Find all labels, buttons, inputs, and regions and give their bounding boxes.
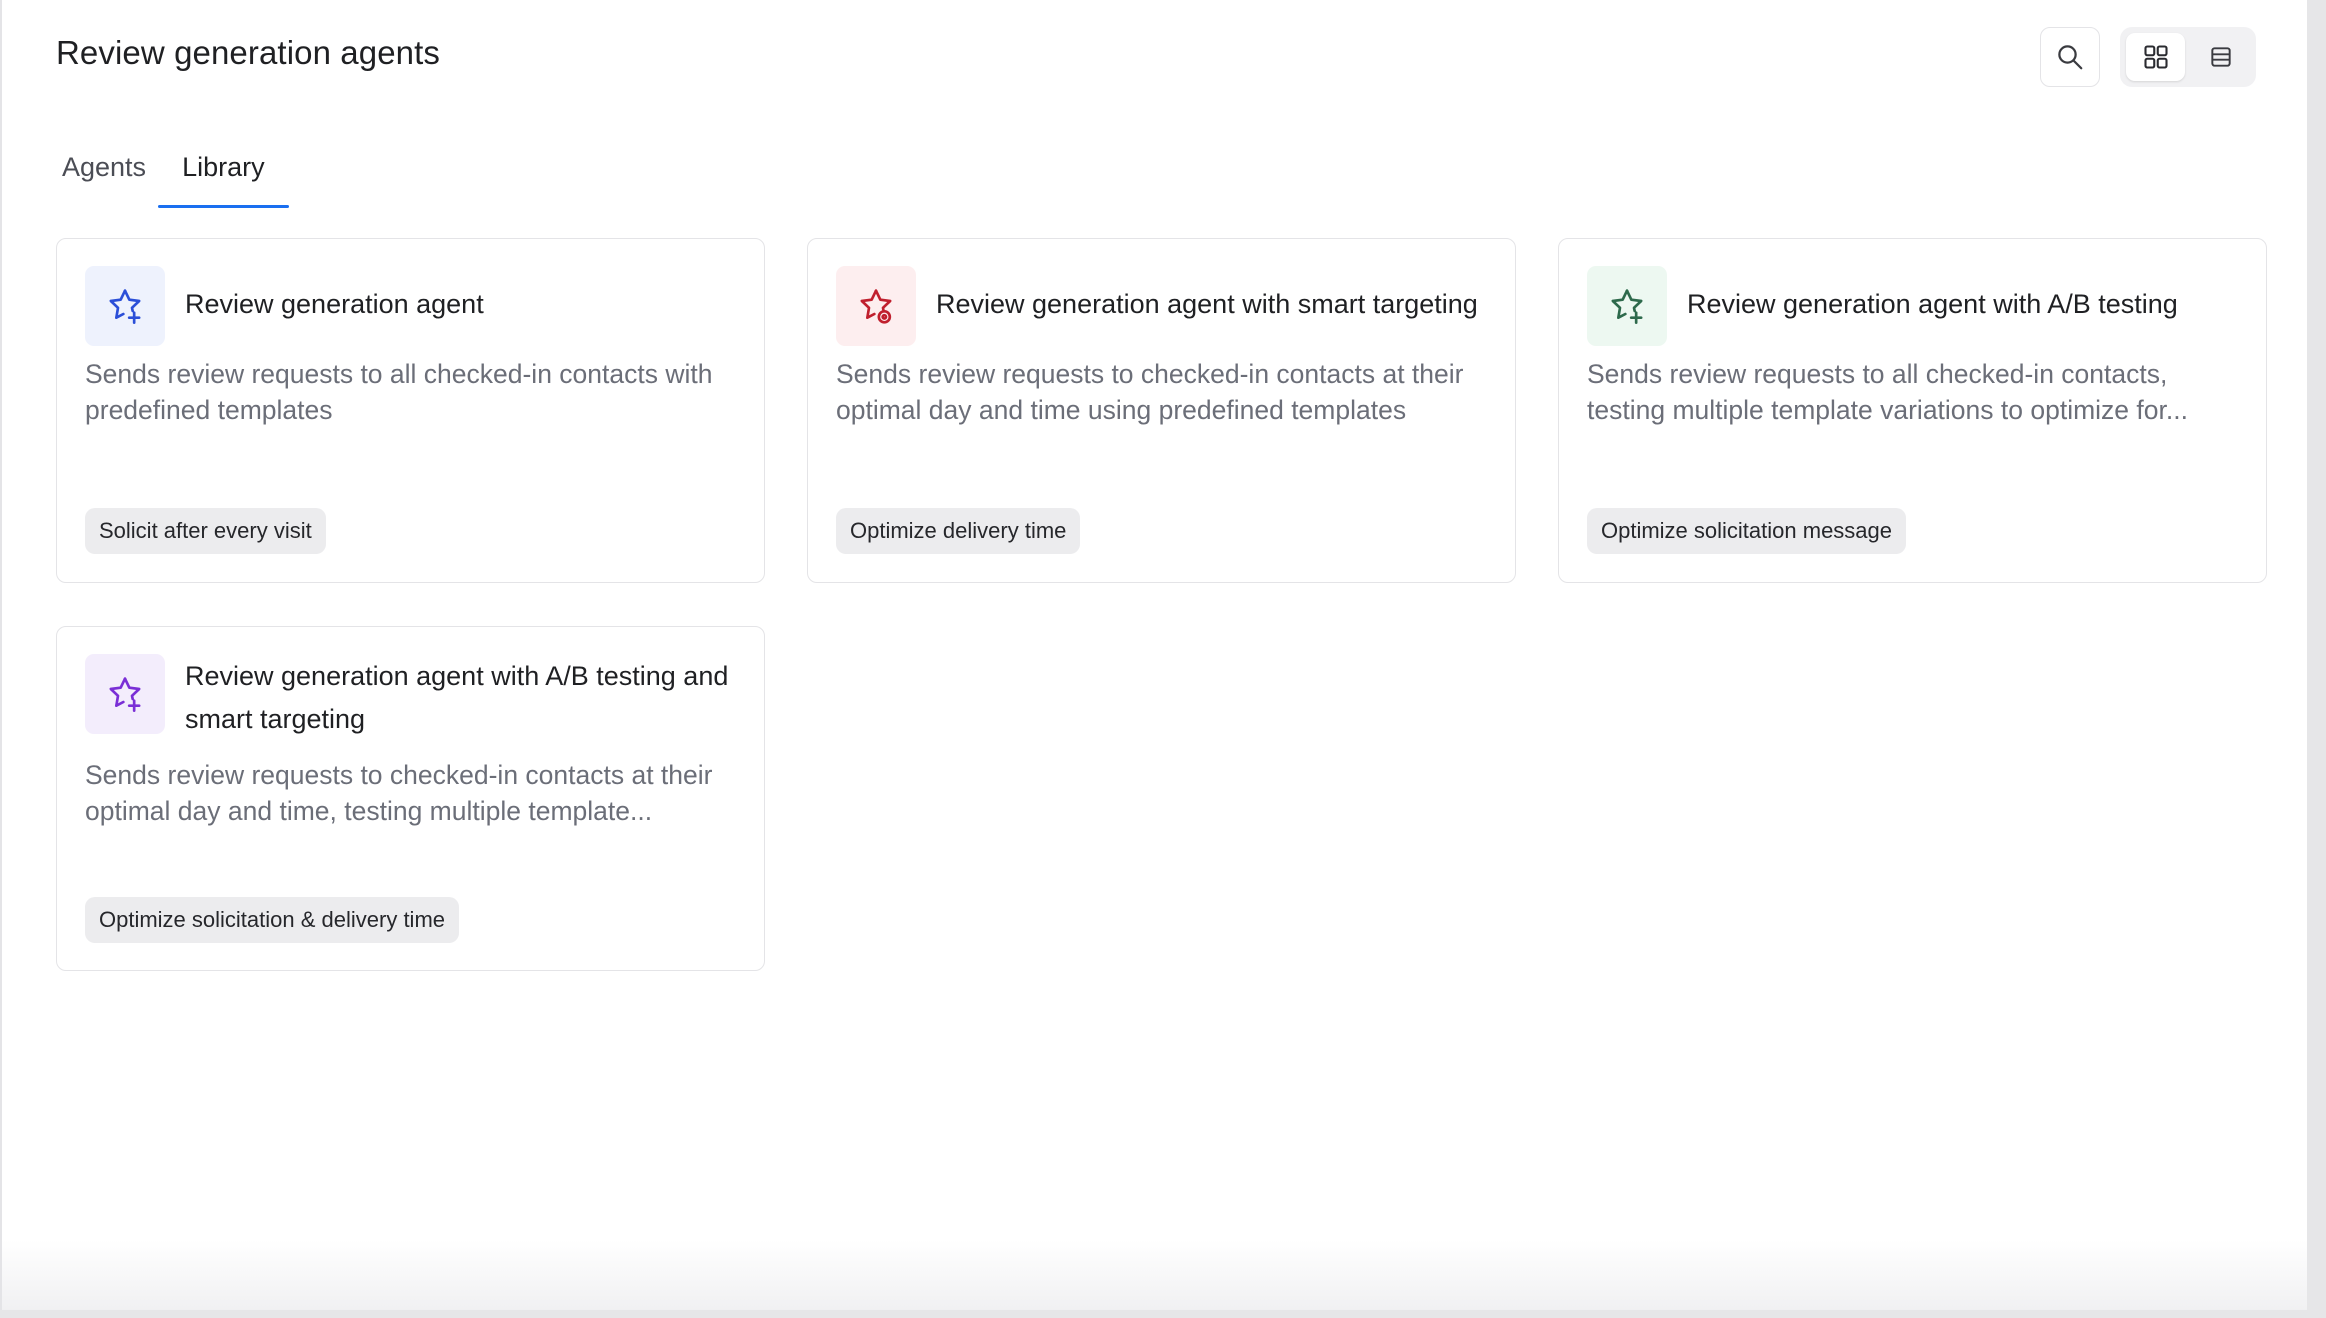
grid-view-button[interactable] <box>2126 33 2185 81</box>
list-view-button[interactable] <box>2191 33 2250 81</box>
card-badge: Optimize solicitation & delivery time <box>85 897 460 943</box>
card-description: Sends review requests to checked-in cont… <box>836 359 1464 425</box>
sparkle-star-icon <box>1611 289 1643 324</box>
list-icon <box>2210 47 2231 67</box>
grid-icon <box>2143 45 2168 69</box>
sparkle-star-icon <box>109 677 141 712</box>
card-title: Review generation agent with A/B testing… <box>185 661 729 734</box>
card-title: Review generation agent with smart targe… <box>936 289 1478 319</box>
card-description: Sends review requests to all checked-in … <box>1587 359 2188 425</box>
card-title: Review generation agent <box>185 289 484 319</box>
card-description: Sends review requests to checked-in cont… <box>85 760 713 826</box>
card-icon-container <box>85 654 165 734</box>
sparkle-star-icon <box>109 289 141 324</box>
tab-agents[interactable]: Agents <box>56 140 152 208</box>
agent-card-review-generation[interactable]: Review generation agent Sends review req… <box>56 238 765 583</box>
agent-card-ab-testing-smart-targeting[interactable]: Review generation agent with A/B testing… <box>56 626 765 971</box>
tab-library[interactable]: Library <box>158 140 289 208</box>
agent-card-ab-testing[interactable]: Review generation agent with A/B testing… <box>1558 238 2267 583</box>
tab-bar: Agents Library <box>56 140 295 208</box>
card-badge: Optimize solicitation message <box>1587 508 1907 554</box>
card-icon-container <box>836 266 916 346</box>
view-toggle <box>2120 27 2256 87</box>
app-window: Review generation agents Agents Library <box>0 0 2307 1310</box>
card-icon-container <box>1587 266 1667 346</box>
card-badge: Solicit after every visit <box>85 508 326 554</box>
card-description: Sends review requests to all checked-in … <box>85 359 713 425</box>
target-star-icon <box>860 289 892 324</box>
search-button[interactable] <box>2040 27 2100 87</box>
agent-card-smart-targeting[interactable]: Review generation agent with smart targe… <box>807 238 1516 583</box>
card-title: Review generation agent with A/B testing <box>1687 289 2178 319</box>
card-icon-container <box>85 266 165 346</box>
page-title: Review generation agents <box>56 34 440 71</box>
search-icon <box>2058 45 2083 70</box>
card-badge: Optimize delivery time <box>836 508 1081 554</box>
